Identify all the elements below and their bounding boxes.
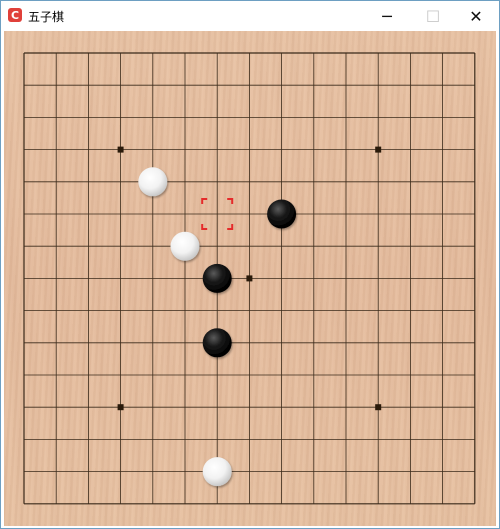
star-point	[246, 275, 253, 282]
star-point	[375, 146, 382, 153]
white-stone	[170, 231, 200, 261]
app-icon: C	[8, 8, 22, 22]
white-stone	[138, 167, 168, 197]
white-stone	[202, 457, 232, 487]
black-stone	[267, 199, 297, 229]
star-point	[117, 404, 124, 411]
maximize-button[interactable]: ☐	[410, 1, 456, 31]
close-button[interactable]: ✕	[453, 1, 499, 31]
cursor-corner	[227, 224, 234, 230]
star-point	[117, 146, 124, 153]
game-board[interactable]	[4, 31, 496, 526]
title-bar[interactable]: C 五子棋 ─ ☐ ✕	[1, 1, 499, 31]
star-point	[375, 404, 382, 411]
cursor-corner	[201, 224, 208, 230]
cursor-corner	[201, 198, 208, 204]
cursor-corner	[227, 198, 234, 204]
minimize-button[interactable]: ─	[364, 1, 410, 31]
game-window: C 五子棋 ─ ☐ ✕	[0, 0, 500, 529]
window-title: 五子棋	[28, 10, 65, 24]
board-canvas[interactable]	[4, 31, 496, 526]
black-stone	[202, 263, 232, 293]
black-stone	[202, 328, 232, 358]
